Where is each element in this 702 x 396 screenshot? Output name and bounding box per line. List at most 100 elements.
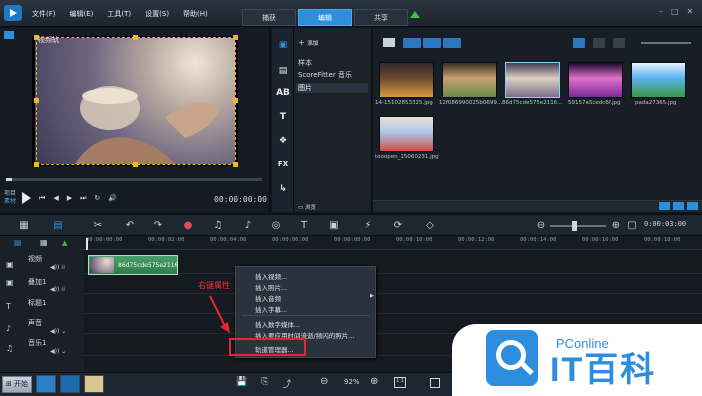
time-remap-icon[interactable]: ⚡ [362,220,374,231]
filter-icon[interactable]: FX [276,160,290,172]
menu-file[interactable]: 文件(F) [32,9,56,19]
start-button[interactable]: ⊞ 开始 [2,376,32,393]
tools-icon[interactable]: ✂ [92,220,104,231]
menu-insert-photo[interactable]: 插入照片... [255,282,287,292]
media-thumbnail[interactable] [379,116,434,152]
next-frame-icon[interactable]: ▶ [67,194,72,202]
zoom-in-icon[interactable]: ⊕ [370,376,378,387]
prev-frame-icon[interactable]: ◀ [53,194,58,202]
media-scrollbar[interactable] [373,200,702,212]
browser-icon[interactable] [36,375,56,393]
options-icon[interactable] [659,202,670,210]
folder-icon[interactable] [383,38,395,47]
library-item-scorefitter[interactable]: ScoreFitter 音乐 [298,70,352,80]
timeline-zoom-slider[interactable] [550,225,606,227]
track-controls[interactable]: ◀)) ⁞⁞ [50,264,65,271]
track-controls[interactable]: ◀)) ⌄ [50,348,66,355]
minimize-button[interactable]: – [659,7,663,16]
preview-timecode[interactable]: 00:00:00:00 [214,195,267,204]
resize-handle[interactable] [34,98,39,103]
track-options-icon[interactable]: ▦ [40,238,48,247]
overlay-track-row[interactable] [84,274,702,294]
show-videos-button[interactable] [403,38,421,48]
crop-selection[interactable] [36,37,236,165]
mode-project[interactable]: 项目 [4,190,16,198]
graphics-icon[interactable]: ❖ [276,136,290,148]
thumbnail-size-slider[interactable] [641,42,691,44]
media-thumbnail[interactable] [442,62,497,98]
list-view-button[interactable] [593,38,605,48]
media-category-icon[interactable]: ▣ [276,40,290,52]
library-item-sample[interactable]: 样本 [298,58,312,68]
auto-music-icon[interactable]: ♪ [242,220,254,231]
export-icon[interactable]: ⎘ [261,377,268,390]
media-thumbnail[interactable] [568,62,623,98]
library-item-photos[interactable]: 图片 [296,83,368,93]
timeline-view-icon[interactable]: ▤ [52,220,64,231]
menu-insert-subtitle[interactable]: 插入字幕... [255,304,287,314]
sort-button[interactable] [613,38,625,48]
menu-help[interactable]: 帮助(H) [183,9,208,19]
path-icon[interactable]: ↳ [276,184,290,196]
motion-tracking-icon[interactable]: ◎ [270,220,282,231]
scrub-bar[interactable] [6,178,262,181]
record-icon[interactable]: ● [182,220,194,231]
mode-clip[interactable]: 素材 [4,198,16,206]
save-icon[interactable]: 💾 [236,377,247,390]
zoom-in-icon[interactable]: ⊕ [610,220,622,231]
add-folder-button[interactable]: ＋ 添加 [298,38,318,48]
zoom-slider-handle[interactable] [572,221,577,231]
media-thumbnail[interactable] [379,62,434,98]
track-list-icon[interactable]: ▤ [14,238,22,247]
home-icon[interactable]: ⏮ [39,194,45,203]
menu-insert-video[interactable]: 插入视频... [255,271,287,281]
maximize-button[interactable]: □ [671,7,679,16]
play-icon[interactable] [22,192,31,204]
storyboard-view-icon[interactable]: ▦ [18,220,30,231]
tab-capture[interactable]: 捕获 [242,9,296,26]
zoom-out-icon[interactable]: ⊖ [535,220,547,231]
multi-camera-icon[interactable]: ▣ [328,220,340,231]
subtitle-icon[interactable]: T [298,220,310,231]
video-app-icon[interactable] [60,375,80,393]
media-thumbnail[interactable] [505,62,560,98]
menu-insert-digital-media[interactable]: 插入数字媒体... [255,319,300,329]
add-marker-icon[interactable]: ▲ [62,239,67,247]
track-controls[interactable]: ◀)) ⁞⁞ [50,286,65,293]
show-photos-button[interactable] [423,38,441,48]
fit-icon[interactable] [430,378,440,388]
repeat-icon[interactable]: ↻ [94,194,100,202]
tab-edit[interactable]: 编辑 [298,9,352,26]
close-button[interactable]: ✕ [687,7,694,16]
panel-toggle-icon[interactable] [4,31,14,39]
mask-icon[interactable]: ◇ [424,220,436,231]
undo-icon[interactable]: ↶ [124,220,136,231]
show-audio-button[interactable] [443,38,461,48]
scrub-handle[interactable] [6,178,12,181]
tab-share[interactable]: 共享 [354,9,408,26]
browse-button[interactable]: ▭ 浏览 [298,203,316,211]
folder-icon[interactable] [84,375,104,393]
resize-handle[interactable] [233,98,238,103]
instant-project-icon[interactable]: ▤ [276,66,290,78]
zoom-out-icon[interactable]: ⊖ [320,376,328,387]
audio-mixer-icon[interactable]: ♫ [212,220,224,231]
redo-icon[interactable]: ↷ [152,220,164,231]
speed-icon[interactable]: ⟳ [392,220,404,231]
end-icon[interactable]: ⏭ [80,194,86,203]
fit-project-icon[interactable]: ▢ [626,220,638,231]
options-icon[interactable] [673,202,684,210]
resize-handle[interactable] [233,35,238,40]
menu-edit[interactable]: 编辑(E) [70,9,94,19]
timeline-ruler[interactable]: 00:00:00:00 00:00:02:00 00:00:04:00 00:0… [82,236,702,250]
menu-tools[interactable]: 工具(T) [107,9,131,19]
options-icon[interactable] [687,202,698,210]
title-icon[interactable]: T [276,112,290,124]
project-duration[interactable]: 0:00:03:00 [644,220,686,228]
resize-handle[interactable] [233,162,238,167]
resize-handle[interactable] [133,35,138,40]
media-thumbnail[interactable] [631,62,686,98]
share-icon[interactable]: ⤴ [282,377,291,390]
track-controls[interactable]: ◀)) ⌄ [50,328,66,335]
grid-view-button[interactable] [573,38,585,48]
